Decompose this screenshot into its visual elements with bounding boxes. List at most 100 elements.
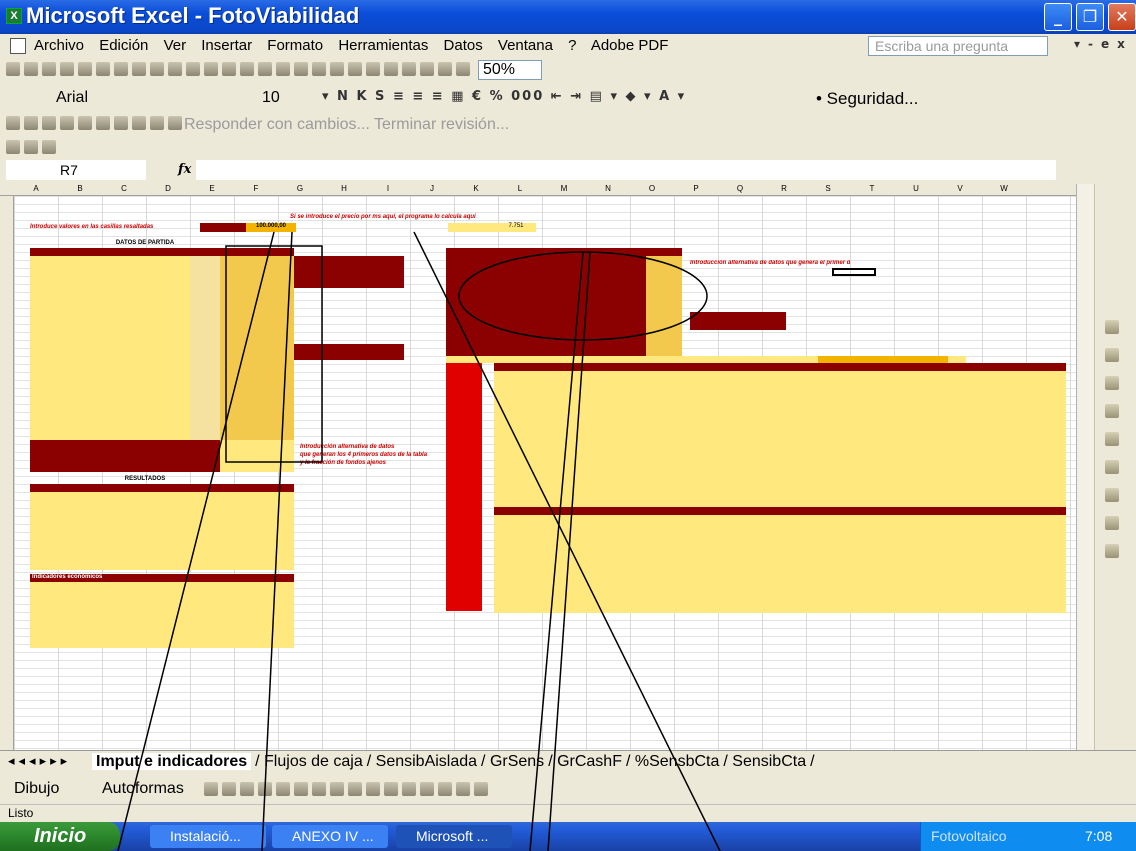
tab-flujos-caja[interactable]: Flujos de caja [264,753,363,770]
sidebar-icon[interactable] [1105,432,1119,446]
column-header-f[interactable]: F [234,184,278,193]
autoformas-menu[interactable]: Autoformas [102,780,184,798]
close-button[interactable]: ✕ [1108,3,1136,31]
indicators-header: Indicadores económicos [30,574,294,582]
column-header-d[interactable]: D [146,184,190,193]
tab-imput-indicadores[interactable]: Imput e indicadores [92,753,252,770]
sidebar-icon[interactable] [1105,348,1119,362]
column-header-i[interactable]: I [366,184,410,193]
menu-help[interactable]: ? [568,37,576,54]
tab-navigation-icons[interactable]: ◂◂◂▸▸▸ [8,754,71,769]
tab-sensib-aislada[interactable]: SensibAislada [376,753,477,770]
extra-toolbar-icons[interactable] [6,140,56,156]
menu-insertar[interactable]: Insertar [201,37,252,54]
sidebar-icon[interactable] [1105,376,1119,390]
column-header-v[interactable]: V [938,184,982,193]
review-reply-button[interactable]: Responder con cambios... Terminar revisi… [184,116,509,134]
tab-sensibcta[interactable]: SensibCta [732,753,806,770]
alt-input-values[interactable] [220,440,294,472]
selected-cell-r7[interactable] [832,268,876,276]
minimize-button[interactable]: _ [1044,3,1072,31]
power-value-cell[interactable]: 100.000,00 [246,223,296,232]
section-header-resultados: RESULTADOS [124,476,166,482]
menu-items: Archivo Edición Ver Insertar Formato Her… [34,37,679,54]
font-name-select[interactable]: Arial [50,87,240,109]
document-window-controls[interactable]: ▾-ex [1074,37,1133,51]
column-header-a[interactable]: A [14,184,58,193]
input-values-column[interactable] [220,256,294,440]
drawing-toolbar: Dibujo Autoformas [0,774,1136,804]
standard-toolbar-icons[interactable] [6,62,470,78]
column-header-h[interactable]: H [322,184,366,193]
menu-ver[interactable]: Ver [164,37,187,54]
restore-button[interactable]: ❐ [1076,3,1104,31]
start-button[interactable]: Inicio [0,822,120,851]
tab-grcashf[interactable]: GrCashF [557,753,622,770]
costs-values-column[interactable] [646,256,682,356]
name-box[interactable]: R7 [6,160,146,180]
column-header-b[interactable]: B [58,184,102,193]
column-header-g[interactable]: G [278,184,322,193]
document-icon[interactable] [10,38,26,54]
column-header-l[interactable]: L [498,184,542,193]
column-header-r[interactable]: R [762,184,806,193]
security-button[interactable]: • Seguridad... [816,89,918,109]
sidebar-icon[interactable] [1105,320,1119,334]
formula-input[interactable] [196,160,1056,180]
drawing-icons[interactable] [204,782,488,798]
menu-archivo[interactable]: Archivo [34,37,84,54]
column-header-c[interactable]: C [102,184,146,193]
alt-input-block [30,440,220,472]
menu-adobe-pdf[interactable]: Adobe PDF [591,37,669,54]
task-anexo-iv[interactable]: ANEXO IV ... [272,825,388,848]
sidebar-icon[interactable] [1105,544,1119,558]
spreadsheet-grid[interactable]: ABCDEFGHIJKLMNOPQRSTUVW Introduce valore… [0,184,1076,750]
results-block [30,492,294,570]
fx-icon[interactable]: fx [178,162,191,177]
column-header-u[interactable]: U [894,184,938,193]
menu-formato[interactable]: Formato [267,37,323,54]
review-toolbar-icons[interactable] [6,116,182,132]
menu-herramientas[interactable]: Herramientas [338,37,428,54]
zoom-select[interactable]: 50% [478,60,542,80]
column-header-e[interactable]: E [190,184,234,193]
vertical-scrollbar[interactable] [1077,184,1095,750]
excel-icon[interactable]: X [6,8,22,24]
system-tray: Fotovoltaico 7:08 [920,822,1136,851]
column-header-q[interactable]: Q [718,184,762,193]
column-header-t[interactable]: T [850,184,894,193]
sidebar-icon[interactable] [1105,460,1119,474]
clock: 7:08 [1085,828,1113,844]
column-header-k[interactable]: K [454,184,498,193]
ask-question-input[interactable]: Escriba una pregunta [868,36,1048,56]
column-header-m[interactable]: M [542,184,586,193]
column-header-j[interactable]: J [410,184,454,193]
font-size-select[interactable]: 10 [258,87,308,109]
task-microsoft-excel[interactable]: Microsoft ... [396,825,512,848]
column-header-w[interactable]: W [982,184,1026,193]
title-bar: X Microsoft Excel - FotoViabilidad _ ❐ ✕ [0,0,1136,34]
column-header-n[interactable]: N [586,184,630,193]
column-header-o[interactable]: O [630,184,674,193]
extra-toolbar [0,138,1136,158]
dibujo-menu[interactable]: Dibujo [14,780,59,798]
menu-datos[interactable]: Datos [444,37,483,54]
input-label-cell [200,223,246,232]
task-instalacion[interactable]: Instalació... [150,825,266,848]
column-header-s[interactable]: S [806,184,850,193]
sidebar-icon[interactable] [1105,404,1119,418]
column-header-p[interactable]: P [674,184,718,193]
price-result-cell: 7.751 [508,223,524,229]
tab-grsens[interactable]: GrSens [490,753,544,770]
tray-label: Fotovoltaico [931,828,1007,844]
sidebar-icon[interactable] [1105,488,1119,502]
indicators-block [30,582,294,648]
menu-ventana[interactable]: Ventana [498,37,553,54]
sidebar-icon[interactable] [1105,516,1119,530]
units-column [190,256,220,440]
input-prompt: Introduce valores en las casillas resalt… [30,224,154,230]
menu-edicion[interactable]: Edición [99,37,148,54]
sensitivity-values [494,371,1066,507]
format-buttons[interactable]: ▾ N K S ≡ ≡ ≡ ▦ € % 000 ⇤ ⇥ ▤ ▾ ◆ ▾ A ▾ [322,89,686,104]
tab-sensbcta-pct[interactable]: %SensbCta [635,753,720,770]
